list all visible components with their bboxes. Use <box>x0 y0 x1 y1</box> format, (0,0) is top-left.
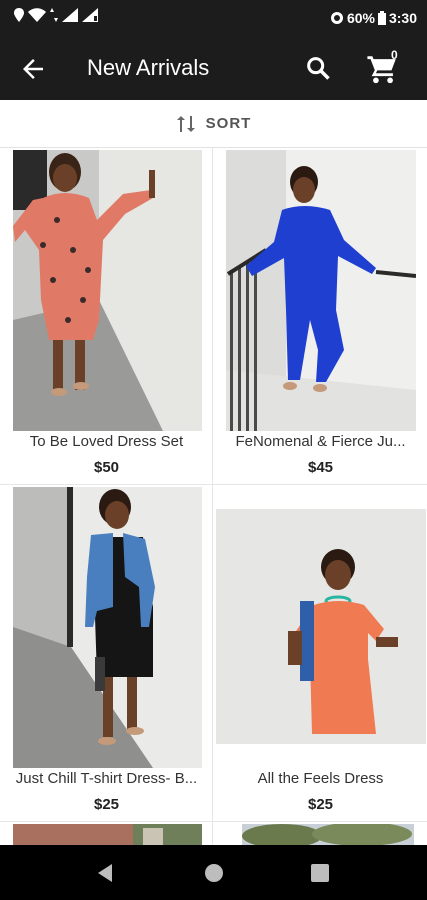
product-card[interactable] <box>214 822 427 845</box>
product-price: $50 <box>93 459 120 476</box>
column-divider <box>212 148 213 845</box>
product-photo[interactable] <box>13 487 202 768</box>
sort-icon <box>176 115 195 132</box>
wifi-icon <box>28 8 46 22</box>
battery-percent: 60% <box>346 10 375 26</box>
system-nav-bar <box>0 845 427 900</box>
product-price: $25 <box>307 796 334 813</box>
nav-recents-icon[interactable] <box>308 861 332 885</box>
product-card[interactable] <box>0 822 213 845</box>
status-bar: 60% 3:30 <box>0 0 427 38</box>
clock: 3:30 <box>388 10 417 26</box>
vibrate-icon <box>330 12 343 24</box>
product-photo[interactable] <box>216 509 426 744</box>
signal-icon <box>62 8 78 22</box>
app-bar: New Arrivals 0 <box>0 38 427 100</box>
nav-back-icon[interactable] <box>94 861 118 885</box>
product-card[interactable]: To Be Loved Dress Set $50 <box>0 148 213 484</box>
page-title: New Arrivals <box>87 55 210 80</box>
product-photo[interactable] <box>13 150 202 431</box>
product-photo[interactable] <box>226 150 416 431</box>
sort-label: SORT <box>205 115 252 132</box>
product-card[interactable]: FeNomenal & Fierce Ju... $45 <box>214 148 427 484</box>
product-grid: To Be Loved Dress Set $50 FeNomenal & Fi… <box>0 148 427 845</box>
product-card[interactable]: All the Feels Dress $25 <box>214 485 427 821</box>
sort-button[interactable]: SORT <box>0 100 427 148</box>
product-photo[interactable] <box>242 824 414 845</box>
cart-count-badge: 0 <box>391 48 398 62</box>
battery-icon <box>377 11 386 25</box>
product-name[interactable]: FeNomenal & Fierce Ju... <box>214 433 427 450</box>
product-card[interactable]: Just Chill T-shirt Dress- B... $25 <box>0 485 213 821</box>
signal-2-icon <box>82 8 98 22</box>
nav-home-icon[interactable] <box>202 861 226 885</box>
product-name[interactable]: To Be Loved Dress Set <box>0 433 213 450</box>
product-name[interactable]: All the Feels Dress <box>214 770 427 787</box>
data-arrows-icon <box>50 8 58 22</box>
product-price: $45 <box>307 459 334 476</box>
arrow-left-icon[interactable] <box>18 54 48 84</box>
search-icon[interactable] <box>304 54 332 82</box>
product-name[interactable]: Just Chill T-shirt Dress- B... <box>0 770 213 787</box>
product-photo[interactable] <box>13 824 202 845</box>
product-price: $25 <box>93 796 120 813</box>
location-icon <box>14 8 24 22</box>
